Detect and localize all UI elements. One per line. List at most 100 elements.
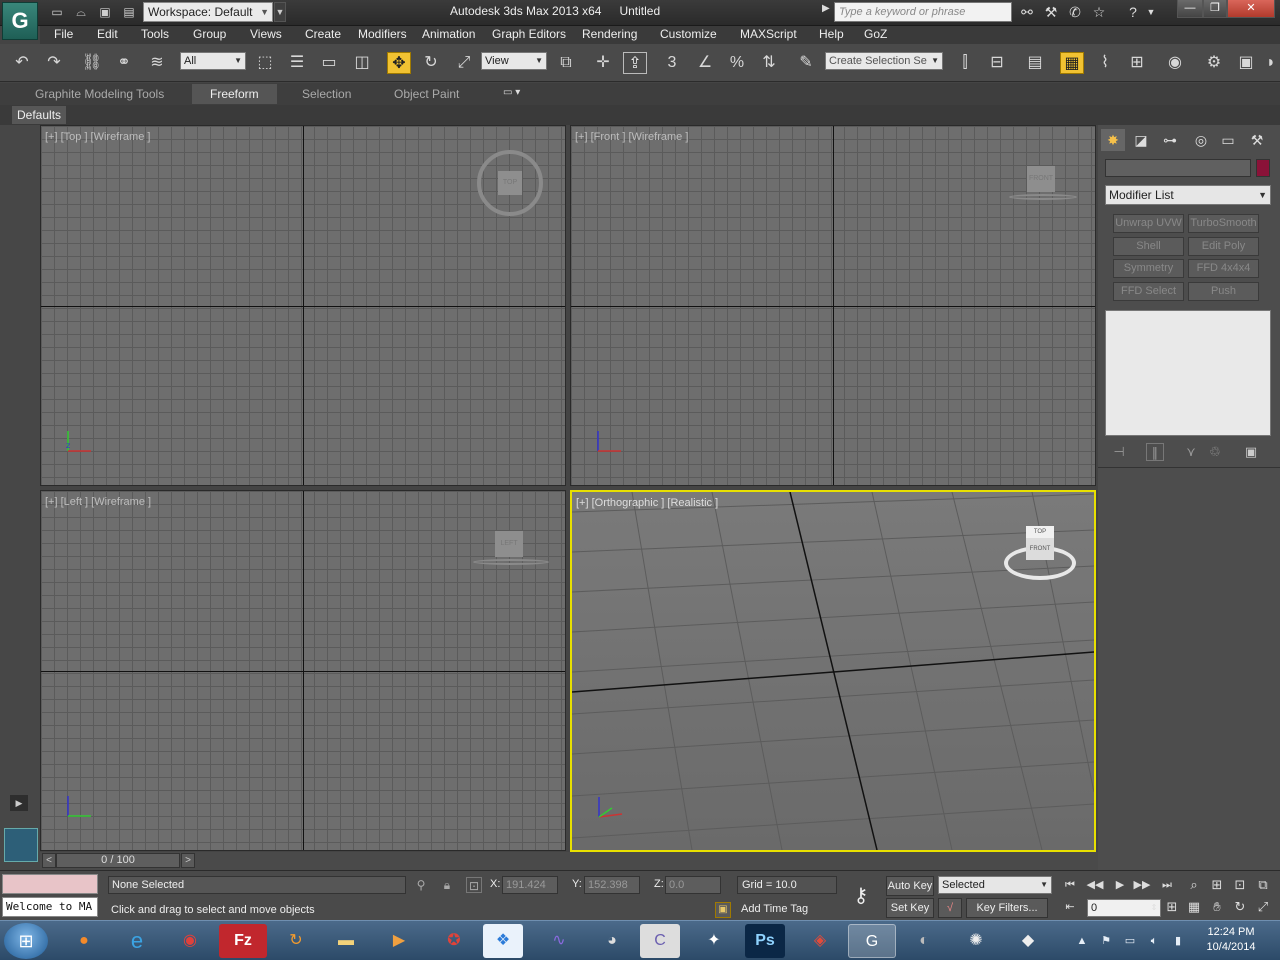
taskbar-explorer-icon[interactable]: ▬: [322, 924, 370, 958]
next-frame-button[interactable]: >: [181, 853, 195, 868]
viewport-label[interactable]: [+] [Orthographic ] [Realistic ]: [576, 497, 718, 509]
favorites-star-icon[interactable]: ☆: [1090, 4, 1108, 21]
previous-key-icon[interactable]: ◀◀: [1085, 877, 1105, 893]
x-coordinate-field[interactable]: 191.424: [502, 876, 558, 894]
viewcube[interactable]: FRONT: [1009, 166, 1077, 206]
menu-group[interactable]: Group: [193, 27, 226, 41]
viewport-layout-icon[interactable]: [4, 828, 38, 862]
tab-graphite-modeling-tools[interactable]: Graphite Modeling Tools: [35, 87, 164, 101]
zoom-region-icon[interactable]: ▦: [1184, 898, 1204, 916]
taskbar-game-icon[interactable]: ◕: [588, 924, 636, 958]
modifier-list-dropdown[interactable]: Modifier List ▼: [1105, 185, 1271, 205]
tab-freeform[interactable]: Freeform: [192, 84, 277, 104]
key-set-dropdown[interactable]: Selected ▼: [938, 876, 1052, 894]
viewport-left[interactable]: [+] [Left ] [Wireframe ] LEFT: [40, 490, 566, 851]
object-color-swatch[interactable]: [1256, 159, 1270, 177]
volume-icon[interactable]: 🔈︎: [1146, 933, 1162, 949]
communication-icon[interactable]: ✆: [1066, 4, 1084, 21]
time-slider[interactable]: 0 / 100: [56, 853, 180, 868]
taskbar-substance-icon[interactable]: ◈: [796, 924, 844, 958]
workspace-dropdown[interactable]: Workspace: Default ▼: [143, 2, 273, 22]
help-icon[interactable]: ?: [1124, 4, 1142, 21]
menu-help[interactable]: Help: [819, 27, 844, 41]
time-tag-icon[interactable]: ▣: [715, 902, 731, 918]
curve-editor-icon[interactable]: ⌇: [1093, 52, 1117, 74]
modifier-button-turbosmooth[interactable]: TurboSmooth: [1188, 214, 1259, 233]
set-keys-icon[interactable]: ⚷: [846, 881, 876, 911]
select-and-move-icon[interactable]: ✥: [387, 52, 411, 74]
pin-stack-icon[interactable]: ⊣: [1110, 443, 1128, 461]
taskbar-chrome-icon[interactable]: ◉: [166, 924, 214, 958]
taskbar-app-icon[interactable]: ◆: [1004, 924, 1052, 958]
spinner-snap-icon[interactable]: ⇅: [757, 52, 781, 74]
taskbar-clock[interactable]: 12:24 PM 10/4/2014: [1196, 925, 1266, 955]
field-of-view-icon[interactable]: ⊞: [1162, 898, 1182, 916]
remove-modifier-icon[interactable]: ♲: [1206, 443, 1224, 461]
modifier-button-ffd-select[interactable]: FFD Select: [1113, 282, 1184, 301]
menu-customize[interactable]: Customize: [660, 27, 717, 41]
maxscript-mini-listener[interactable]: Welcome to MA: [2, 897, 98, 917]
key-mode-icon[interactable]: √: [938, 898, 962, 918]
reference-coordinate-dropdown[interactable]: View ▼: [481, 52, 547, 70]
select-and-scale-icon[interactable]: ⤢: [452, 52, 476, 74]
isolate-selection-icon[interactable]: ⚲: [413, 877, 429, 893]
motion-tab-icon[interactable]: ◎: [1189, 129, 1213, 151]
new-file-icon[interactable]: ▭: [48, 4, 66, 20]
tray-device-icon[interactable]: ▭: [1122, 933, 1138, 949]
taskbar-app-icon[interactable]: C: [640, 924, 680, 958]
quick-access-dropdown[interactable]: ▼: [274, 2, 286, 22]
rendered-frame-window-icon[interactable]: ▣: [1234, 52, 1258, 74]
redo-icon[interactable]: ↷: [42, 52, 66, 74]
viewcube[interactable]: LEFT: [473, 531, 549, 571]
named-selection-dropdown[interactable]: Create Selection Se ▼: [825, 52, 943, 70]
network-icon[interactable]: ▮: [1170, 933, 1186, 949]
y-coordinate-field[interactable]: 152.398: [584, 876, 640, 894]
defaults-panel-button[interactable]: Defaults: [12, 106, 67, 124]
help-dropdown-icon[interactable]: ▼: [1142, 4, 1160, 21]
configure-modifier-sets-icon[interactable]: ▣: [1242, 443, 1260, 461]
taskbar-dropbox-icon[interactable]: ❖: [483, 924, 523, 958]
binoculars-icon[interactable]: ⚯: [1018, 4, 1036, 21]
zoom-extents-all-icon[interactable]: ⧉: [1253, 876, 1273, 894]
modifier-button-shell[interactable]: Shell: [1113, 237, 1184, 256]
maximize-viewport-icon[interactable]: ⤢: [1253, 898, 1273, 916]
menu-views[interactable]: Views: [250, 27, 282, 41]
search-input[interactable]: Type a keyword or phrase: [834, 2, 1012, 22]
link-icon[interactable]: ⛓: [80, 52, 104, 74]
menu-create[interactable]: Create: [305, 27, 341, 41]
mirror-icon[interactable]: ⫿: [953, 52, 977, 74]
taskbar-app-icon[interactable]: ✪: [430, 924, 478, 958]
viewport-front[interactable]: [+] [Front ] [Wireframe ] FRONT: [570, 125, 1096, 486]
add-time-tag-button[interactable]: Add Time Tag: [737, 901, 837, 919]
material-editor-icon[interactable]: ◉: [1163, 52, 1187, 74]
expand-viewport-tab-icon[interactable]: ▶: [10, 795, 28, 811]
modifier-button-push[interactable]: Push: [1188, 282, 1259, 301]
create-tab-icon[interactable]: ✸: [1101, 129, 1125, 151]
utilities-tab-icon[interactable]: ⚒: [1245, 129, 1269, 151]
selection-filter-dropdown[interactable]: All ▼: [180, 52, 246, 70]
viewport-label[interactable]: [+] [Top ] [Wireframe ]: [45, 131, 150, 143]
zoom-icon[interactable]: ⌕: [1184, 876, 1204, 894]
make-unique-icon[interactable]: ⋎: [1182, 443, 1200, 461]
bind-space-warp-icon[interactable]: ≋: [145, 52, 169, 74]
taskbar-3ds-max-icon[interactable]: G: [848, 924, 896, 958]
menu-rendering[interactable]: Rendering: [582, 27, 637, 41]
key-mode-toggle-icon[interactable]: ⇤: [1060, 899, 1080, 915]
tray-expand-icon[interactable]: ▲: [1074, 933, 1090, 949]
select-manipulate-icon[interactable]: ✛: [591, 52, 615, 74]
keyboard-shortcut-override-icon[interactable]: ⇪: [623, 52, 647, 74]
maxscript-listener-field[interactable]: [2, 874, 98, 894]
undo-icon[interactable]: ↶: [10, 52, 34, 74]
schematic-view-icon[interactable]: ⊞: [1125, 52, 1149, 74]
next-key-icon[interactable]: ▶▶: [1132, 877, 1152, 893]
viewcube[interactable]: TOP FRONT: [1004, 526, 1076, 586]
show-end-result-icon[interactable]: ∥: [1146, 443, 1164, 461]
taskbar-media-player-icon[interactable]: ▶: [375, 924, 423, 958]
taskbar-firefox-icon[interactable]: ●: [60, 924, 108, 958]
set-key-button[interactable]: Set Key: [886, 898, 934, 918]
render-setup-icon[interactable]: ⚙: [1202, 52, 1226, 74]
menu-graph-editors[interactable]: Graph Editors: [492, 27, 566, 41]
object-name-field[interactable]: [1105, 159, 1251, 177]
modifier-button-symmetry[interactable]: Symmetry: [1113, 259, 1184, 278]
menu-animation[interactable]: Animation: [422, 27, 475, 41]
